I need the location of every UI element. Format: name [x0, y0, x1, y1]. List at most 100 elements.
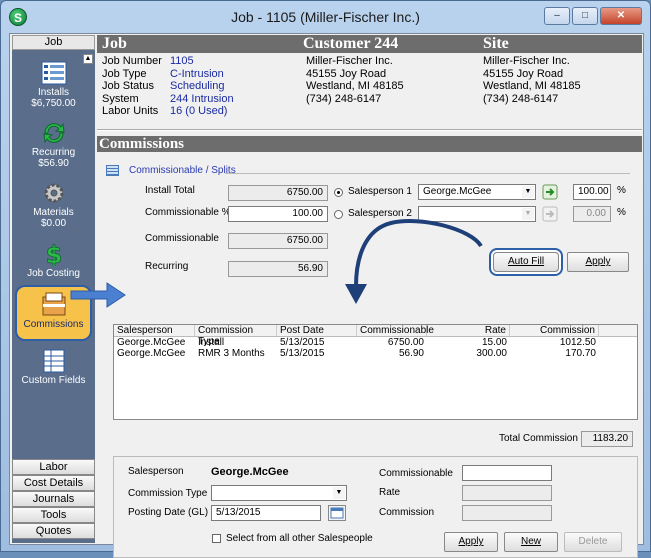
job-heading: Job	[102, 35, 127, 52]
labor-units-value: 16 (0 Used)	[170, 105, 228, 117]
sidebar-item-label: Custom Fields	[21, 375, 86, 386]
table-cell: 5/13/2015	[280, 348, 325, 359]
commissions-table[interactable]: Salesperson Commission Type Post Date Co…	[113, 324, 638, 420]
column-header[interactable]: Post Date	[277, 325, 357, 336]
total-commission-field: 1183.20	[581, 431, 633, 447]
minimize-button[interactable]: –	[544, 7, 570, 25]
table-cell: 170.70	[565, 348, 596, 359]
sidebar-item-sub: $0.00	[40, 218, 67, 229]
commission-type-dropdown[interactable]: ▼	[211, 485, 347, 501]
commissionable-field: 6750.00	[228, 233, 328, 249]
detail-delete-button[interactable]: Delete	[564, 532, 622, 552]
calendar-icon[interactable]	[328, 505, 346, 521]
sidebar-button-cost-details[interactable]: Cost Details	[12, 475, 95, 491]
table-row[interactable]: George.McGee Install 5/13/2015 6750.00 1…	[114, 337, 637, 348]
table-cell: 1012.50	[559, 337, 596, 348]
salesperson-1-pct-input[interactable]: 100.00	[573, 184, 611, 200]
detail-commission-label: Commission	[379, 507, 435, 518]
client-area: Job ▲ Installs $6,750.00 Recurring $56.9…	[9, 33, 644, 558]
salesperson-2-lookup-icon[interactable]	[542, 206, 558, 222]
salesperson-1-dropdown[interactable]: George.McGee ▼	[418, 184, 536, 200]
table-cell: 15.00	[481, 337, 507, 348]
svg-text:$: $	[45, 242, 62, 266]
system-value: 244 Intrusion	[170, 92, 234, 105]
salesperson-2-pct-sign: %	[617, 207, 626, 218]
recurring-field: 56.90	[228, 261, 328, 277]
table-cell: 56.90	[398, 348, 424, 359]
install-total-label: Install Total	[145, 185, 195, 196]
commissions-panel: Commissionable / Splits Install Total 67…	[105, 157, 638, 558]
sidebar-item-label: Job Costing	[27, 268, 80, 279]
detail-commissionable-input[interactable]	[462, 465, 552, 481]
column-header[interactable]: Salesperson	[114, 325, 195, 336]
table-row[interactable]: George.McGee RMR 3 Months 5/13/2015 56.9…	[114, 348, 637, 359]
customer-city: Westland, MI 48185	[306, 80, 404, 92]
chevron-down-icon: ▼	[522, 208, 534, 220]
detail-commission-input[interactable]	[462, 505, 552, 521]
splits-label: Commissionable / Splits	[129, 165, 236, 176]
column-header[interactable]: Commission Type	[195, 325, 277, 347]
table-cell: George.McGee	[117, 337, 186, 348]
sidebar-button-tools[interactable]: Tools	[12, 507, 95, 523]
select-all-salespeople-checkbox[interactable]	[212, 534, 221, 543]
table-icon	[106, 165, 119, 176]
customer-heading: Customer 244	[303, 35, 399, 52]
sidebar-item-materials[interactable]: Materials $0.00	[12, 181, 95, 229]
sidebar-item-sub: $56.90	[38, 158, 69, 169]
sidebar-item-installs[interactable]: Installs $6,750.00	[12, 61, 95, 109]
commissions-title: Commissions	[97, 136, 642, 152]
sidebar-item-custom-fields[interactable]: Custom Fields	[12, 349, 95, 386]
new-label: New	[520, 536, 541, 547]
job-info: Job Number 1105 Job Type C-Intrusion Job S…	[102, 55, 234, 118]
sidebar-item-label: Commissions	[23, 319, 84, 330]
maximize-button[interactable]: □	[572, 7, 598, 25]
sidebar-button-quotes[interactable]: Quotes	[12, 523, 95, 539]
labor-units-label: Labor Units	[102, 105, 159, 117]
title-bar[interactable]: S Job - 1105 (Miller-Fischer Inc.) – □ ✕	[1, 1, 650, 33]
detail-new-button[interactable]: New	[504, 532, 558, 552]
apply-splits-button[interactable]: Apply	[567, 252, 629, 272]
detail-rate-input[interactable]	[462, 485, 552, 501]
window-title: Job - 1105 (Miller-Fischer Inc.)	[231, 9, 420, 25]
auto-fill-label: Auto Fill	[507, 256, 545, 267]
job-header-bar: Job Customer 244 Site	[97, 35, 642, 53]
posting-date-input[interactable]: 5/13/2015	[211, 505, 321, 521]
auto-fill-button[interactable]: Auto Fill	[493, 252, 559, 272]
commissionable-pct-input[interactable]: 100.00	[228, 206, 328, 222]
sidebar-header-job[interactable]: Job	[12, 35, 95, 50]
commission-type-label: Commission Type	[128, 488, 208, 499]
job-type-label: Job Type	[102, 67, 147, 80]
column-header[interactable]: Commissionable	[357, 325, 434, 336]
customer-name: Miller-Fischer Inc.	[306, 55, 393, 67]
detail-apply-button[interactable]: Apply	[444, 532, 498, 552]
apply-label: Apply	[458, 536, 484, 547]
site-info: Miller-Fischer Inc. 45155 Joy Road Westl…	[483, 55, 581, 105]
custom-fields-icon	[43, 349, 64, 373]
site-street: 45155 Joy Road	[483, 67, 564, 80]
sidebar-button-journals[interactable]: Journals	[12, 491, 95, 507]
salesperson-1-radio[interactable]	[334, 188, 343, 197]
salesperson-2-pct-input[interactable]: 0.00	[573, 206, 611, 222]
sidebar-item-label: Materials	[33, 207, 74, 218]
sidebar-item-recurring[interactable]: Recurring $56.90	[12, 121, 95, 169]
close-button[interactable]: ✕	[600, 7, 642, 25]
commissionable-pct-label: Commissionable %	[145, 207, 231, 218]
site-phone: (734) 248-6147	[483, 92, 559, 105]
gear-icon	[44, 183, 63, 203]
sidebar-button-labor[interactable]: Labor	[12, 459, 95, 475]
installs-icon	[41, 61, 66, 85]
sidebar-item-label: Recurring	[31, 147, 76, 158]
salesperson-1-lookup-icon[interactable]	[542, 184, 558, 200]
sidebar-item-job-costing[interactable]: $ Job Costing	[12, 242, 95, 279]
select-all-salespeople-label: Select from all other Salespeople	[226, 533, 373, 544]
salesperson-2-radio[interactable]	[334, 210, 343, 219]
job-status-label: Job Status	[102, 80, 154, 92]
sidebar-item-commissions[interactable]: Commissions	[15, 285, 92, 341]
column-header[interactable]: Commission	[510, 325, 599, 336]
sidebar-item-label: Installs	[37, 87, 70, 98]
app-logo-icon: S	[9, 8, 27, 26]
column-header[interactable]: Rate	[427, 325, 510, 336]
salesperson-2-dropdown[interactable]: ▼	[418, 206, 536, 222]
table-cell: 5/13/2015	[280, 337, 325, 348]
job-number-value: 1105	[170, 55, 194, 67]
